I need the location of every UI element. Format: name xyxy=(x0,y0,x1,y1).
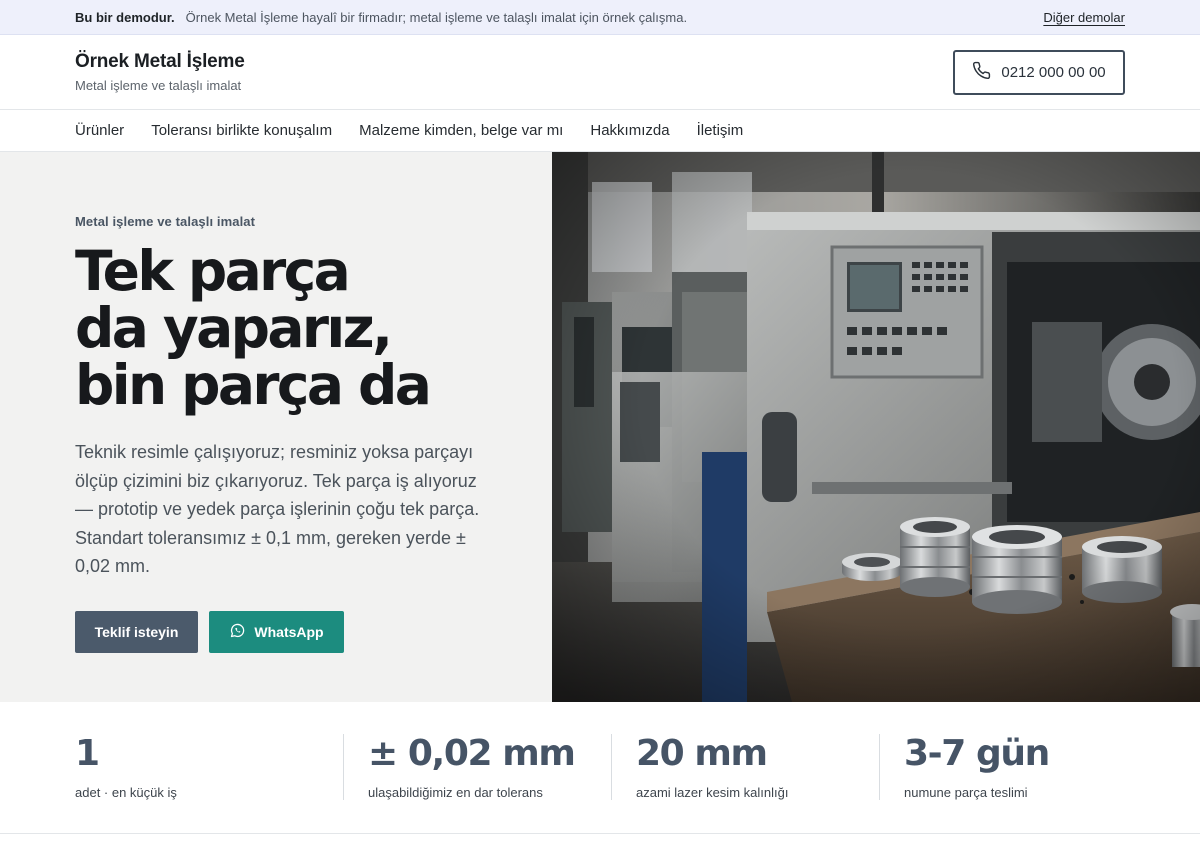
stat-label: adet · en küçük iş xyxy=(75,785,177,800)
stats-section: 1 adet · en küçük iş ± 0,02 mm ulaşabild… xyxy=(0,702,1200,834)
nav-item-products[interactable]: Ürünler xyxy=(75,122,124,139)
stat-value: ± 0,02 mm xyxy=(368,733,576,774)
hero-section: Metal işleme ve talaşlı imalat Tek parça… xyxy=(0,152,1200,702)
stat-value: 1 xyxy=(75,733,100,774)
nav-item-contact[interactable]: İletişim xyxy=(697,122,744,139)
phone-number: 0212 000 00 00 xyxy=(1001,63,1106,81)
stat-label: ulaşabildiğimiz en dar tolerans xyxy=(368,785,543,800)
stat-item: ± 0,02 mm ulaşabildiğimiz en dar toleran… xyxy=(343,734,611,800)
hero-image-cnc-machines xyxy=(552,152,1200,702)
phone-icon xyxy=(972,61,991,84)
whatsapp-label: WhatsApp xyxy=(254,623,324,640)
stat-label: azami lazer kesim kalınlığı xyxy=(636,785,789,800)
stat-value: 3-7 gün xyxy=(904,733,1050,774)
nav-item-tolerance[interactable]: Toleransı birlikte konuşalım xyxy=(151,122,332,139)
hero-cta-group: Teklif isteyin WhatsApp xyxy=(75,610,552,653)
demo-label: Bu bir demodur. xyxy=(75,9,175,25)
brand[interactable]: Örnek Metal İşleme Metal işleme ve talaş… xyxy=(75,51,245,93)
hero-title-line: da yaparız, xyxy=(75,296,393,360)
demo-banner-text-group: Bu bir demodur. Örnek Metal İşleme hayal… xyxy=(75,10,687,25)
main-nav: Ürünler Toleransı birlikte konuşalım Mal… xyxy=(0,110,1200,152)
stat-label: numune parça teslimi xyxy=(904,785,1028,800)
site-header: Örnek Metal İşleme Metal işleme ve talaş… xyxy=(0,35,1200,110)
request-quote-button[interactable]: Teklif isteyin xyxy=(75,610,198,653)
whatsapp-icon xyxy=(229,622,246,642)
phone-button[interactable]: 0212 000 00 00 xyxy=(953,49,1125,95)
other-demos-link[interactable]: Diğer demolar xyxy=(1043,10,1125,25)
brand-title: Örnek Metal İşleme xyxy=(75,51,245,72)
demo-description: Örnek Metal İşleme hayalî bir firmadır; … xyxy=(185,9,688,25)
stat-item: 3-7 gün numune parça teslimi xyxy=(879,734,1147,800)
nav-item-about[interactable]: Hakkımızda xyxy=(590,122,669,139)
hero-eyebrow: Metal işleme ve talaşlı imalat xyxy=(75,214,256,229)
hero-content: Metal işleme ve talaşlı imalat Tek parça… xyxy=(0,152,552,702)
stat-item: 1 adet · en küçük iş xyxy=(75,733,343,801)
stat-item: 20 mm azami lazer kesim kalınlığı xyxy=(611,734,879,800)
demo-banner: Bu bir demodur. Örnek Metal İşleme hayal… xyxy=(0,0,1200,35)
nav-item-material[interactable]: Malzeme kimden, belge var mı xyxy=(359,122,563,139)
hero-title-line: Tek parça xyxy=(75,239,351,303)
hero-title-line: bin parça da xyxy=(75,353,432,417)
stat-value: 20 mm xyxy=(636,733,768,774)
hero-title: Tek parça da yaparız, bin parça da xyxy=(75,243,552,414)
whatsapp-button[interactable]: WhatsApp xyxy=(209,610,344,653)
hero-description: Teknik resimle çalışıyoruz; resminiz yok… xyxy=(75,442,480,576)
brand-subtitle: Metal işleme ve talaşlı imalat xyxy=(75,78,242,93)
